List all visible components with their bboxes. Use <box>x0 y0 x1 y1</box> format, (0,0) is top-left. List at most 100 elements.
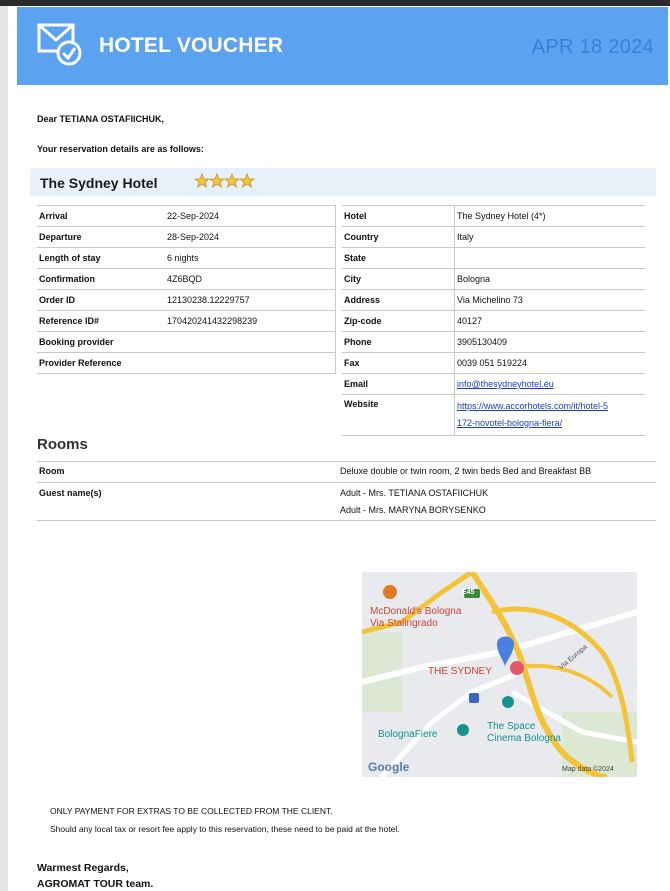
website-link-line2[interactable]: 172-novotel-bologna-fiera/ <box>457 418 562 428</box>
detail-label: Booking provider <box>37 331 165 353</box>
rooms-divider <box>37 482 656 483</box>
table-row: Provider Reference <box>37 352 336 374</box>
table-row: Arrival 22-Sep-2024 <box>37 205 336 227</box>
hotel-details-table: Hotel The Sydney Hotel (4*) Country Italy … <box>342 205 645 436</box>
map-label-mcdonalds: McDonald's Bologna <box>370 606 462 617</box>
rooms-divider <box>37 520 656 521</box>
table-row: Phone 3905130409 <box>342 331 645 353</box>
hotel-location-map[interactable]: E45 McDonald's Bologna Via Stalingrado T… <box>362 572 637 777</box>
guest-name: Adult - Mrs. MARYNA BORYSENKO <box>340 505 486 515</box>
envelope-check-icon <box>37 19 83 71</box>
star-icon <box>238 172 256 188</box>
detail-label: Hotel <box>342 205 455 227</box>
star-icon <box>223 172 241 188</box>
detail-value: Bologna <box>454 268 645 290</box>
detail-label: Phone <box>342 331 455 353</box>
detail-value: 170420241432298239 <box>165 310 336 332</box>
detail-label: Zip-code <box>342 310 455 332</box>
restaurant-icon <box>383 585 397 599</box>
detail-label: State <box>342 247 455 269</box>
table-row: Zip-code 40127 <box>342 310 645 332</box>
guest-name: Adult - Mrs. TETIANA OSTAFIICHUK <box>340 488 489 498</box>
table-row: Length of stay 6 nights <box>37 247 336 269</box>
page-left-border <box>0 0 8 891</box>
hotel-name: The Sydney Hotel <box>40 175 158 191</box>
detail-label: City <box>342 268 455 290</box>
detail-label: Order ID <box>37 289 165 311</box>
table-row: Country Italy <box>342 226 645 248</box>
detail-value <box>165 352 336 374</box>
detail-value: 4Z6BQD <box>165 268 336 290</box>
detail-value: 22-Sep-2024 <box>165 205 336 227</box>
detail-label: Email <box>342 373 455 395</box>
detail-label: Length of stay <box>37 247 165 269</box>
detail-label: Website <box>342 394 455 436</box>
map-label-mcdonalds-street: Via Stalingrado <box>370 618 438 629</box>
closing-team: AGROMAT TOUR team. <box>37 878 154 890</box>
map-label-space: The Space <box>487 721 536 732</box>
google-logo: Google <box>368 760 410 774</box>
table-row: Reference ID# 170420241432298239 <box>37 310 336 332</box>
closing-regards: Warmest Regards, <box>37 862 129 874</box>
table-row: Departure 28-Sep-2024 <box>37 226 336 248</box>
detail-label: Fax <box>342 352 455 374</box>
page-top-border <box>0 0 670 6</box>
intro-text: Your reservation details are as follows: <box>37 144 204 154</box>
map-road-badge: E45 <box>462 589 475 596</box>
detail-value: 3905130409 <box>454 331 645 353</box>
voucher-header: HOTEL VOUCHER APR 18 2024 <box>17 7 668 85</box>
detail-label: Country <box>342 226 455 248</box>
table-row: Hotel The Sydney Hotel (4*) <box>342 205 645 227</box>
detail-value: The Sydney Hotel (4*) <box>454 205 645 227</box>
payment-note: ONLY PAYMENT FOR EXTRAS TO BE COLLECTED … <box>50 806 333 816</box>
greeting: Dear TETIANA OSTAFIICHUK, <box>37 114 165 124</box>
room-label: Room <box>39 466 65 476</box>
guests-label: Guest name(s) <box>39 488 102 498</box>
detail-label: Reference ID# <box>37 310 165 332</box>
room-value: Deluxe double or twin room, 2 twin beds … <box>340 466 592 476</box>
rooms-title: Rooms <box>37 436 88 453</box>
detail-label: Departure <box>37 226 165 248</box>
map-label-cinema: Cinema Bologna <box>487 733 561 744</box>
voucher-title: HOTEL VOUCHER <box>99 34 284 57</box>
table-row: State <box>342 247 645 269</box>
detail-label: Provider Reference <box>37 352 165 374</box>
cinema-marker-icon <box>502 696 514 708</box>
table-row: Address Via Michelino 73 <box>342 289 645 311</box>
map-label-hotel: THE SYDNEY <box>428 666 492 677</box>
table-row: City Bologna <box>342 268 645 290</box>
hotel-bar: The Sydney Hotel <box>30 168 656 196</box>
tax-note: Should any local tax or resort fee apply… <box>50 824 400 834</box>
website-link-line1[interactable]: https://www.accorhotels.com/it/hotel-5 <box>457 401 608 411</box>
table-row: Fax 0039 051 519224 <box>342 352 645 374</box>
detail-value <box>165 331 336 353</box>
detail-value: Italy <box>454 226 645 248</box>
detail-value: 12130238.12229757 <box>165 289 336 311</box>
detail-value: 0039 051 519224 <box>454 352 645 374</box>
detail-value <box>454 247 645 269</box>
star-icon <box>193 172 211 188</box>
detail-label: Arrival <box>37 205 165 227</box>
reservation-details-table: Arrival 22-Sep-2024 Departure 28-Sep-2024 … <box>37 205 336 374</box>
detail-value: 6 nights <box>165 247 336 269</box>
detail-label: Address <box>342 289 455 311</box>
table-row: Confirmation 4Z6BQD <box>37 268 336 290</box>
voucher-date: APR 18 2024 <box>531 36 654 58</box>
detail-value: 40127 <box>454 310 645 332</box>
venue-marker-icon <box>457 724 469 736</box>
detail-value: Via Michelino 73 <box>454 289 645 311</box>
star-icon <box>208 172 226 188</box>
hotel-stars <box>193 172 257 194</box>
table-row: Booking provider <box>37 331 336 353</box>
table-row: Order ID 12130238.12229757 <box>37 289 336 311</box>
table-row: Email info@thesydneyhotel.eu <box>342 373 645 395</box>
rooms-divider <box>37 461 656 462</box>
detail-value: 28-Sep-2024 <box>165 226 336 248</box>
map-attribution: Map data ©2024 <box>562 766 614 773</box>
hotel-marker-icon <box>510 661 524 675</box>
map-label-fiere: BolognaFiere <box>378 729 438 740</box>
table-row: Website https://www.accorhotels.com/it/ho… <box>342 394 645 436</box>
email-link[interactable]: info@thesydneyhotel.eu <box>457 379 554 389</box>
detail-label: Confirmation <box>37 268 165 290</box>
parking-icon <box>469 693 479 703</box>
